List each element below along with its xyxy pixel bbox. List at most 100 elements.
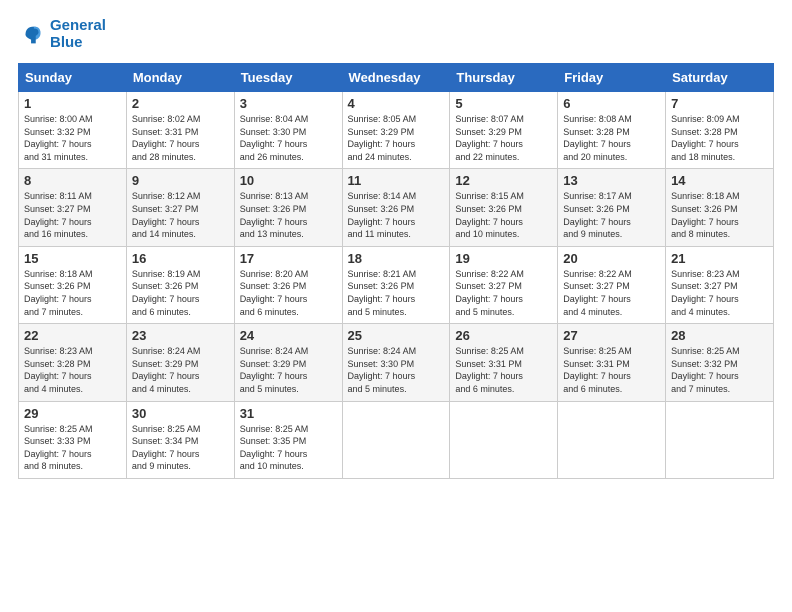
day-cell: 30 Sunrise: 8:25 AM Sunset: 3:34 PM Dayli… [126,401,234,478]
day-info: Sunrise: 8:23 AM Sunset: 3:28 PM Dayligh… [24,345,121,395]
day-cell: 21 Sunrise: 8:23 AM Sunset: 3:27 PM Dayli… [666,246,774,323]
day-number: 4 [348,96,445,111]
page: General Blue SundayMondayTuesdayWednesda… [0,0,792,612]
day-cell: 15 Sunrise: 8:18 AM Sunset: 3:26 PM Dayli… [19,246,127,323]
day-info: Sunrise: 8:25 AM Sunset: 3:35 PM Dayligh… [240,423,337,473]
day-cell: 27 Sunrise: 8:25 AM Sunset: 3:31 PM Dayli… [558,324,666,401]
logo: General Blue [18,18,106,51]
day-info: Sunrise: 8:23 AM Sunset: 3:27 PM Dayligh… [671,268,768,318]
day-number: 7 [671,96,768,111]
day-number: 29 [24,406,121,421]
day-cell [666,401,774,478]
day-cell: 6 Sunrise: 8:08 AM Sunset: 3:28 PM Daylig… [558,92,666,169]
day-cell: 3Sunrise: 8:04 AM Sunset: 3:30 PM Daylig… [234,92,342,169]
day-header-saturday: Saturday [666,64,774,92]
day-number: 5 [455,96,552,111]
day-number: 21 [671,251,768,266]
day-cell: 14Sunrise: 8:18 AM Sunset: 3:26 PM Dayli… [666,169,774,246]
day-cell: 26 Sunrise: 8:25 AM Sunset: 3:31 PM Dayli… [450,324,558,401]
day-cell: 31 Sunrise: 8:25 AM Sunset: 3:35 PM Dayli… [234,401,342,478]
day-number: 16 [132,251,229,266]
day-number: 12 [455,173,552,188]
day-number: 10 [240,173,337,188]
week-row-2: 8 Sunrise: 8:11 AM Sunset: 3:27 PM Daylig… [19,169,774,246]
day-info: Sunrise: 8:25 AM Sunset: 3:33 PM Dayligh… [24,423,121,473]
day-info: Sunrise: 8:04 AM Sunset: 3:30 PM Dayligh… [240,113,337,163]
day-cell [558,401,666,478]
day-number: 30 [132,406,229,421]
day-info: Sunrise: 8:19 AM Sunset: 3:26 PM Dayligh… [132,268,229,318]
calendar-table: SundayMondayTuesdayWednesdayThursdayFrid… [18,63,774,479]
day-header-thursday: Thursday [450,64,558,92]
week-row-5: 29 Sunrise: 8:25 AM Sunset: 3:33 PM Dayli… [19,401,774,478]
day-cell [450,401,558,478]
day-cell: 9 Sunrise: 8:12 AM Sunset: 3:27 PM Daylig… [126,169,234,246]
day-number: 18 [348,251,445,266]
day-info: Sunrise: 8:15 AM Sunset: 3:26 PM Dayligh… [455,190,552,240]
week-row-1: 1Sunrise: 8:00 AM Sunset: 3:32 PM Daylig… [19,92,774,169]
week-row-3: 15 Sunrise: 8:18 AM Sunset: 3:26 PM Dayli… [19,246,774,323]
day-header-monday: Monday [126,64,234,92]
day-cell: 20 Sunrise: 8:22 AM Sunset: 3:27 PM Dayli… [558,246,666,323]
day-number: 25 [348,328,445,343]
day-number: 24 [240,328,337,343]
day-number: 11 [348,173,445,188]
day-info: Sunrise: 8:08 AM Sunset: 3:28 PM Dayligh… [563,113,660,163]
day-cell: 7 Sunrise: 8:09 AM Sunset: 3:28 PM Daylig… [666,92,774,169]
day-info: Sunrise: 8:22 AM Sunset: 3:27 PM Dayligh… [563,268,660,318]
day-info: Sunrise: 8:11 AM Sunset: 3:27 PM Dayligh… [24,190,121,240]
day-cell: 28Sunrise: 8:25 AM Sunset: 3:32 PM Dayli… [666,324,774,401]
day-info: Sunrise: 8:02 AM Sunset: 3:31 PM Dayligh… [132,113,229,163]
day-info: Sunrise: 8:25 AM Sunset: 3:34 PM Dayligh… [132,423,229,473]
day-info: Sunrise: 8:17 AM Sunset: 3:26 PM Dayligh… [563,190,660,240]
week-row-4: 22 Sunrise: 8:23 AM Sunset: 3:28 PM Dayli… [19,324,774,401]
day-info: Sunrise: 8:21 AM Sunset: 3:26 PM Dayligh… [348,268,445,318]
day-cell: 22 Sunrise: 8:23 AM Sunset: 3:28 PM Dayli… [19,324,127,401]
day-cell: 13 Sunrise: 8:17 AM Sunset: 3:26 PM Dayli… [558,169,666,246]
day-info: Sunrise: 8:12 AM Sunset: 3:27 PM Dayligh… [132,190,229,240]
day-number: 15 [24,251,121,266]
day-cell: 16 Sunrise: 8:19 AM Sunset: 3:26 PM Dayli… [126,246,234,323]
logo-icon [18,21,46,49]
day-info: Sunrise: 8:25 AM Sunset: 3:31 PM Dayligh… [455,345,552,395]
day-number: 1 [24,96,121,111]
day-number: 19 [455,251,552,266]
day-cell: 2 Sunrise: 8:02 AM Sunset: 3:31 PM Daylig… [126,92,234,169]
day-cell: 29 Sunrise: 8:25 AM Sunset: 3:33 PM Dayli… [19,401,127,478]
day-number: 26 [455,328,552,343]
day-number: 27 [563,328,660,343]
day-cell: 5Sunrise: 8:07 AM Sunset: 3:29 PM Daylig… [450,92,558,169]
day-number: 9 [132,173,229,188]
day-number: 23 [132,328,229,343]
day-info: Sunrise: 8:18 AM Sunset: 3:26 PM Dayligh… [671,190,768,240]
day-info: Sunrise: 8:14 AM Sunset: 3:26 PM Dayligh… [348,190,445,240]
day-info: Sunrise: 8:24 AM Sunset: 3:29 PM Dayligh… [240,345,337,395]
day-number: 2 [132,96,229,111]
day-cell: 11 Sunrise: 8:14 AM Sunset: 3:26 PM Dayli… [342,169,450,246]
day-info: Sunrise: 8:25 AM Sunset: 3:31 PM Dayligh… [563,345,660,395]
day-number: 22 [24,328,121,343]
day-cell: 17Sunrise: 8:20 AM Sunset: 3:26 PM Dayli… [234,246,342,323]
day-header-sunday: Sunday [19,64,127,92]
day-info: Sunrise: 8:25 AM Sunset: 3:32 PM Dayligh… [671,345,768,395]
day-header-tuesday: Tuesday [234,64,342,92]
header: General Blue [18,18,774,51]
day-number: 13 [563,173,660,188]
day-cell: 4Sunrise: 8:05 AM Sunset: 3:29 PM Daylig… [342,92,450,169]
day-info: Sunrise: 8:22 AM Sunset: 3:27 PM Dayligh… [455,268,552,318]
day-cell: 1Sunrise: 8:00 AM Sunset: 3:32 PM Daylig… [19,92,127,169]
day-info: Sunrise: 8:13 AM Sunset: 3:26 PM Dayligh… [240,190,337,240]
day-info: Sunrise: 8:18 AM Sunset: 3:26 PM Dayligh… [24,268,121,318]
day-number: 17 [240,251,337,266]
day-cell: 24 Sunrise: 8:24 AM Sunset: 3:29 PM Dayli… [234,324,342,401]
day-cell: 19 Sunrise: 8:22 AM Sunset: 3:27 PM Dayli… [450,246,558,323]
day-cell: 25Sunrise: 8:24 AM Sunset: 3:30 PM Dayli… [342,324,450,401]
logo-text: General Blue [50,18,106,51]
day-number: 20 [563,251,660,266]
day-info: Sunrise: 8:09 AM Sunset: 3:28 PM Dayligh… [671,113,768,163]
day-number: 8 [24,173,121,188]
day-number: 31 [240,406,337,421]
day-cell: 18 Sunrise: 8:21 AM Sunset: 3:26 PM Dayli… [342,246,450,323]
day-number: 6 [563,96,660,111]
day-cell: 8 Sunrise: 8:11 AM Sunset: 3:27 PM Daylig… [19,169,127,246]
